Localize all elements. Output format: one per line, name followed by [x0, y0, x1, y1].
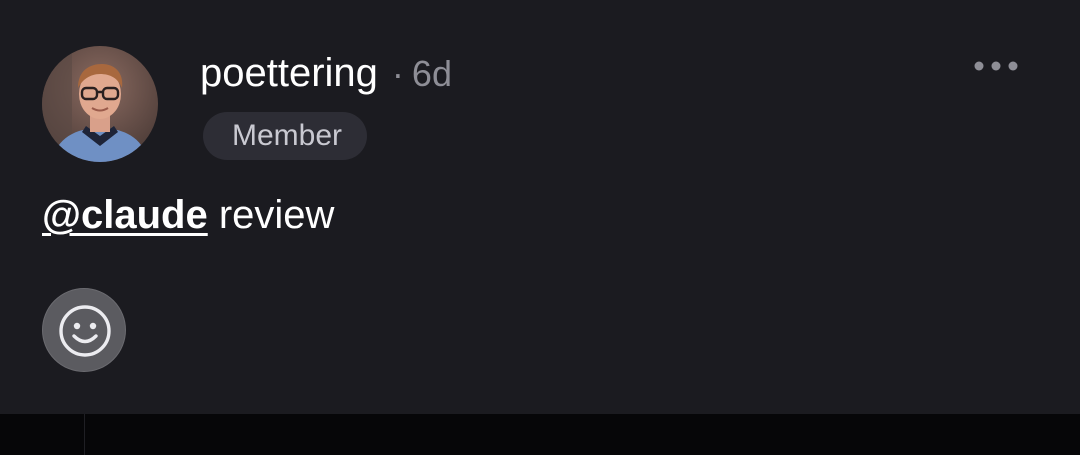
smiley-face-icon [59, 305, 111, 357]
comment-text: review [207, 193, 335, 237]
mention-link[interactable]: @claude [42, 193, 208, 237]
separator-dot: · [391, 53, 404, 94]
timestamp[interactable]: 6d [412, 53, 452, 95]
more-horizontal-icon [974, 61, 1018, 71]
add-reaction-button[interactable] [42, 288, 126, 372]
bottom-bar [0, 414, 1080, 455]
author-name[interactable]: poettering [200, 48, 378, 98]
role-badge: Member [203, 112, 368, 160]
comment-body: @claude review [42, 190, 334, 240]
user-avatar-photo [42, 46, 158, 162]
avatar[interactable] [42, 46, 158, 162]
comment-card: poettering · 6d Member @claude review [0, 0, 1080, 414]
divider [84, 414, 85, 455]
comment-header: poettering · 6d [200, 48, 452, 98]
more-options-button[interactable] [969, 56, 1025, 78]
